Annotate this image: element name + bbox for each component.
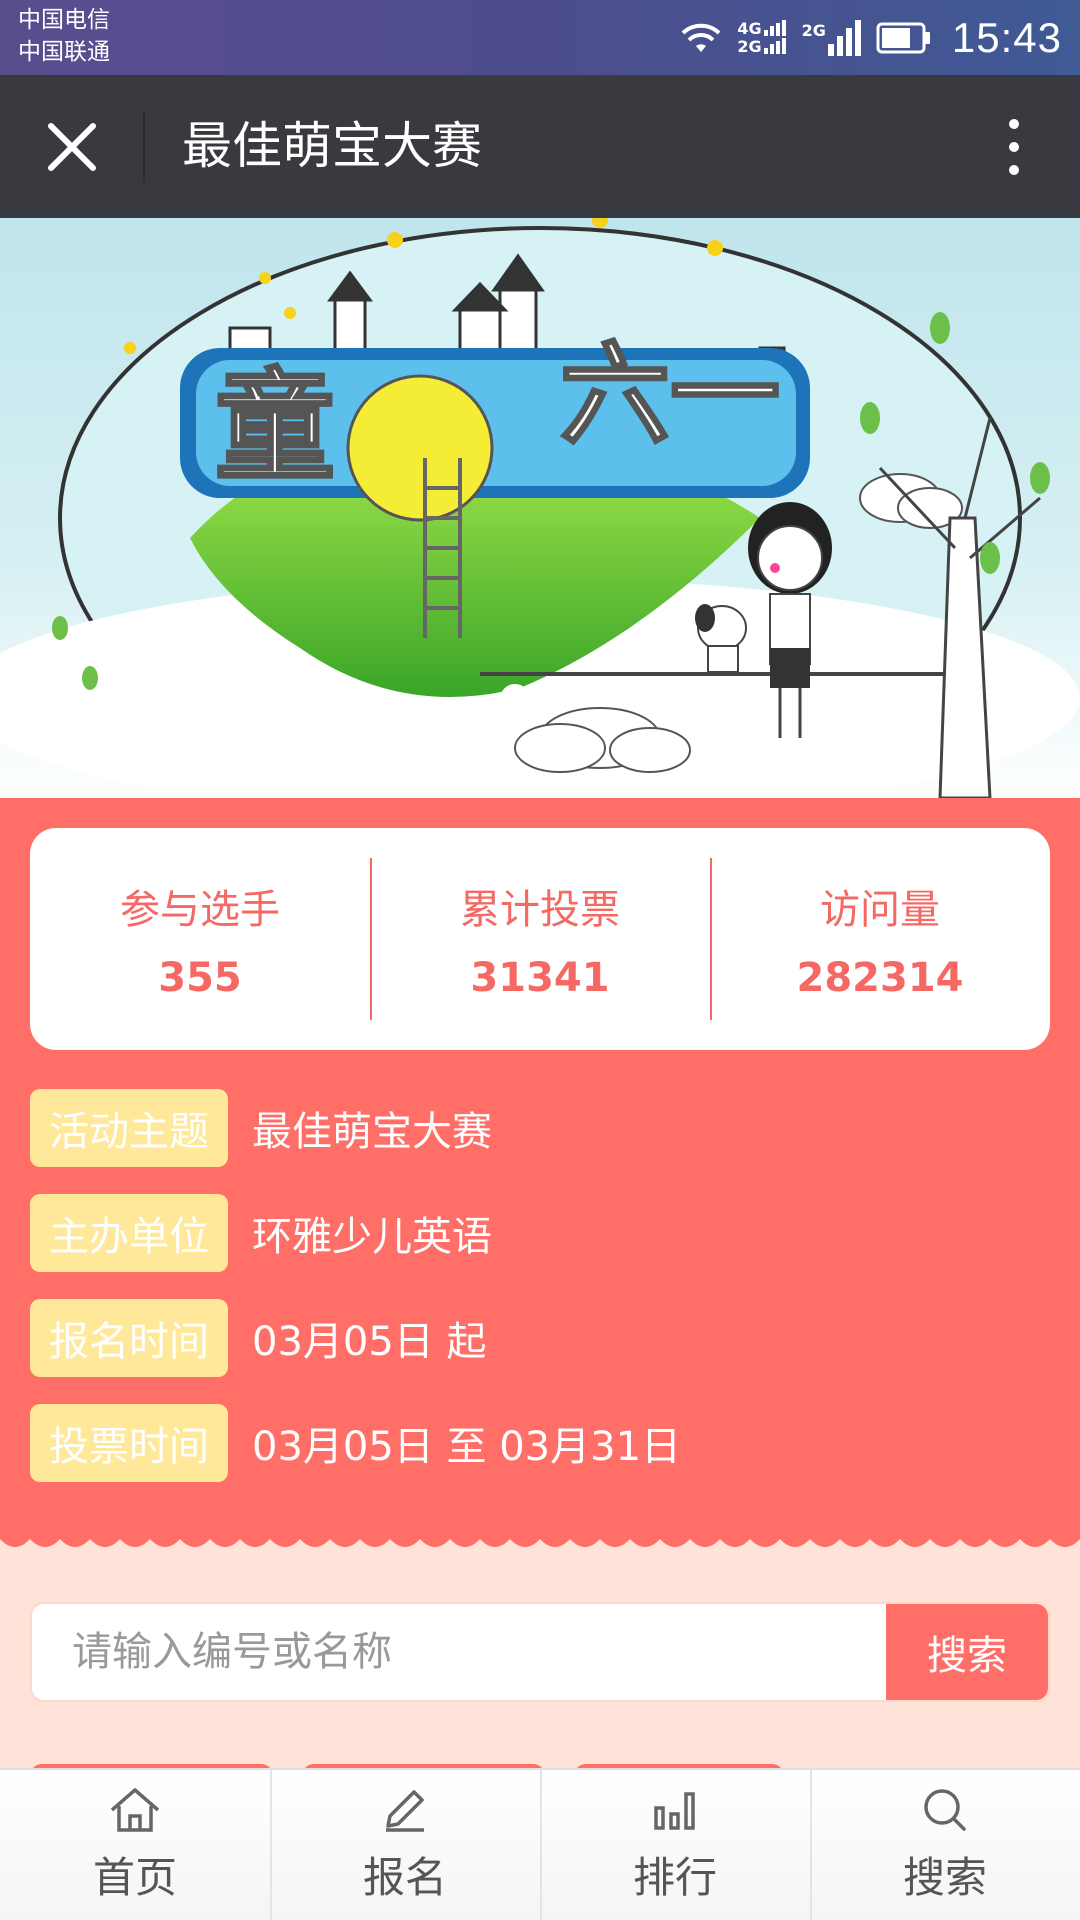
page-title: 最佳萌宝大赛 xyxy=(182,117,482,175)
info-row-vote-time: 投票时间 03月05日 至 03月31日 xyxy=(30,1404,681,1482)
status-bar: 中国电信 中国联通 4G 2G 2G 15:43 xyxy=(0,0,1080,75)
title-bar: 最佳萌宝大赛 xyxy=(0,75,1080,218)
search-icon xyxy=(924,1788,966,1831)
nav-label: 首页 xyxy=(92,1852,177,1902)
svg-text:六一: 六一 xyxy=(560,331,780,459)
stat-participants: 参与选手 355 xyxy=(30,828,370,1050)
carrier-1: 中国电信 xyxy=(18,7,110,33)
signal-1: 4G 2G xyxy=(737,18,787,56)
carousel-dot[interactable] xyxy=(542,684,572,714)
nav-search[interactable]: 搜索 xyxy=(810,1770,1080,1920)
net-label-bottom: 2G xyxy=(737,36,762,56)
info-tag: 活动主题 xyxy=(30,1089,228,1167)
svg-text:童: 童 xyxy=(215,358,335,497)
carousel-indicators xyxy=(500,684,572,714)
info-tag: 投票时间 xyxy=(30,1404,228,1482)
search-input[interactable] xyxy=(32,1604,886,1700)
battery-icon xyxy=(876,22,930,53)
nav-label: 搜索 xyxy=(902,1852,987,1902)
scalloped-divider xyxy=(0,1525,1080,1547)
nav-label: 报名 xyxy=(362,1852,447,1902)
info-value: 03月05日 至 03月31日 xyxy=(252,1424,682,1470)
nav-label: 排行 xyxy=(632,1852,717,1902)
info-tag: 主办单位 xyxy=(30,1194,228,1272)
signal-bars-2-icon xyxy=(827,19,861,56)
signal-2: 2G xyxy=(802,18,862,58)
nav-ranking[interactable]: 排行 xyxy=(540,1770,810,1920)
stat-label: 参与选手 xyxy=(120,887,280,933)
info-tag: 报名时间 xyxy=(30,1299,228,1377)
wifi-icon xyxy=(681,23,721,52)
home-icon xyxy=(110,1787,160,1832)
stat-total-votes: 累计投票 31341 xyxy=(370,828,710,1050)
signal-bars-icon xyxy=(763,19,786,54)
nav-home[interactable]: 首页 xyxy=(0,1770,270,1920)
net-label-top: 4G xyxy=(737,18,762,38)
carousel-dot-active[interactable] xyxy=(500,684,530,714)
info-row-signup-time: 报名时间 03月05日 起 xyxy=(30,1299,487,1377)
more-dot-icon xyxy=(1009,119,1019,129)
more-menu-button[interactable] xyxy=(984,111,1044,183)
more-dot-icon xyxy=(1009,165,1019,175)
bottom-nav: 首页 报名 排行 搜索 xyxy=(0,1768,1080,1920)
stat-label: 累计投票 xyxy=(460,887,620,933)
info-row-organizer: 主办单位 环雅少儿英语 xyxy=(30,1194,492,1272)
more-dot-icon xyxy=(1009,142,1019,152)
stat-visits: 访问量 282314 xyxy=(710,828,1050,1050)
clock: 15:43 xyxy=(951,13,1062,61)
info-value: 环雅少儿英语 xyxy=(252,1214,492,1260)
stat-value: 282314 xyxy=(796,955,964,1001)
close-icon xyxy=(48,123,96,171)
stat-value: 355 xyxy=(158,955,242,1001)
stat-label: 访问量 xyxy=(820,887,940,933)
close-button[interactable] xyxy=(36,111,108,183)
net-label-2g: 2G xyxy=(801,20,826,40)
search-bar: 搜索 xyxy=(30,1602,1050,1702)
info-row-theme: 活动主题 最佳萌宝大赛 xyxy=(30,1089,492,1167)
stat-value: 31341 xyxy=(470,955,610,1001)
title-divider xyxy=(143,111,145,183)
carrier-info: 中国电信 中国联通 xyxy=(18,4,110,68)
carrier-2: 中国联通 xyxy=(18,39,110,65)
activity-info-section: 参与选手 355 累计投票 31341 访问量 282314 活动主题 最佳萌宝… xyxy=(0,798,1080,1538)
nav-signup[interactable]: 报名 xyxy=(270,1770,540,1920)
status-icons: 4G 2G 2G 15:43 xyxy=(679,0,1062,75)
stats-card: 参与选手 355 累计投票 31341 访问量 282314 xyxy=(30,828,1050,1050)
pencil-icon xyxy=(386,1789,424,1832)
bar-chart-icon xyxy=(654,1791,695,1830)
info-value: 最佳萌宝大赛 xyxy=(252,1109,492,1155)
info-value: 03月05日 起 xyxy=(252,1319,487,1365)
search-button[interactable]: 搜索 xyxy=(886,1604,1048,1700)
